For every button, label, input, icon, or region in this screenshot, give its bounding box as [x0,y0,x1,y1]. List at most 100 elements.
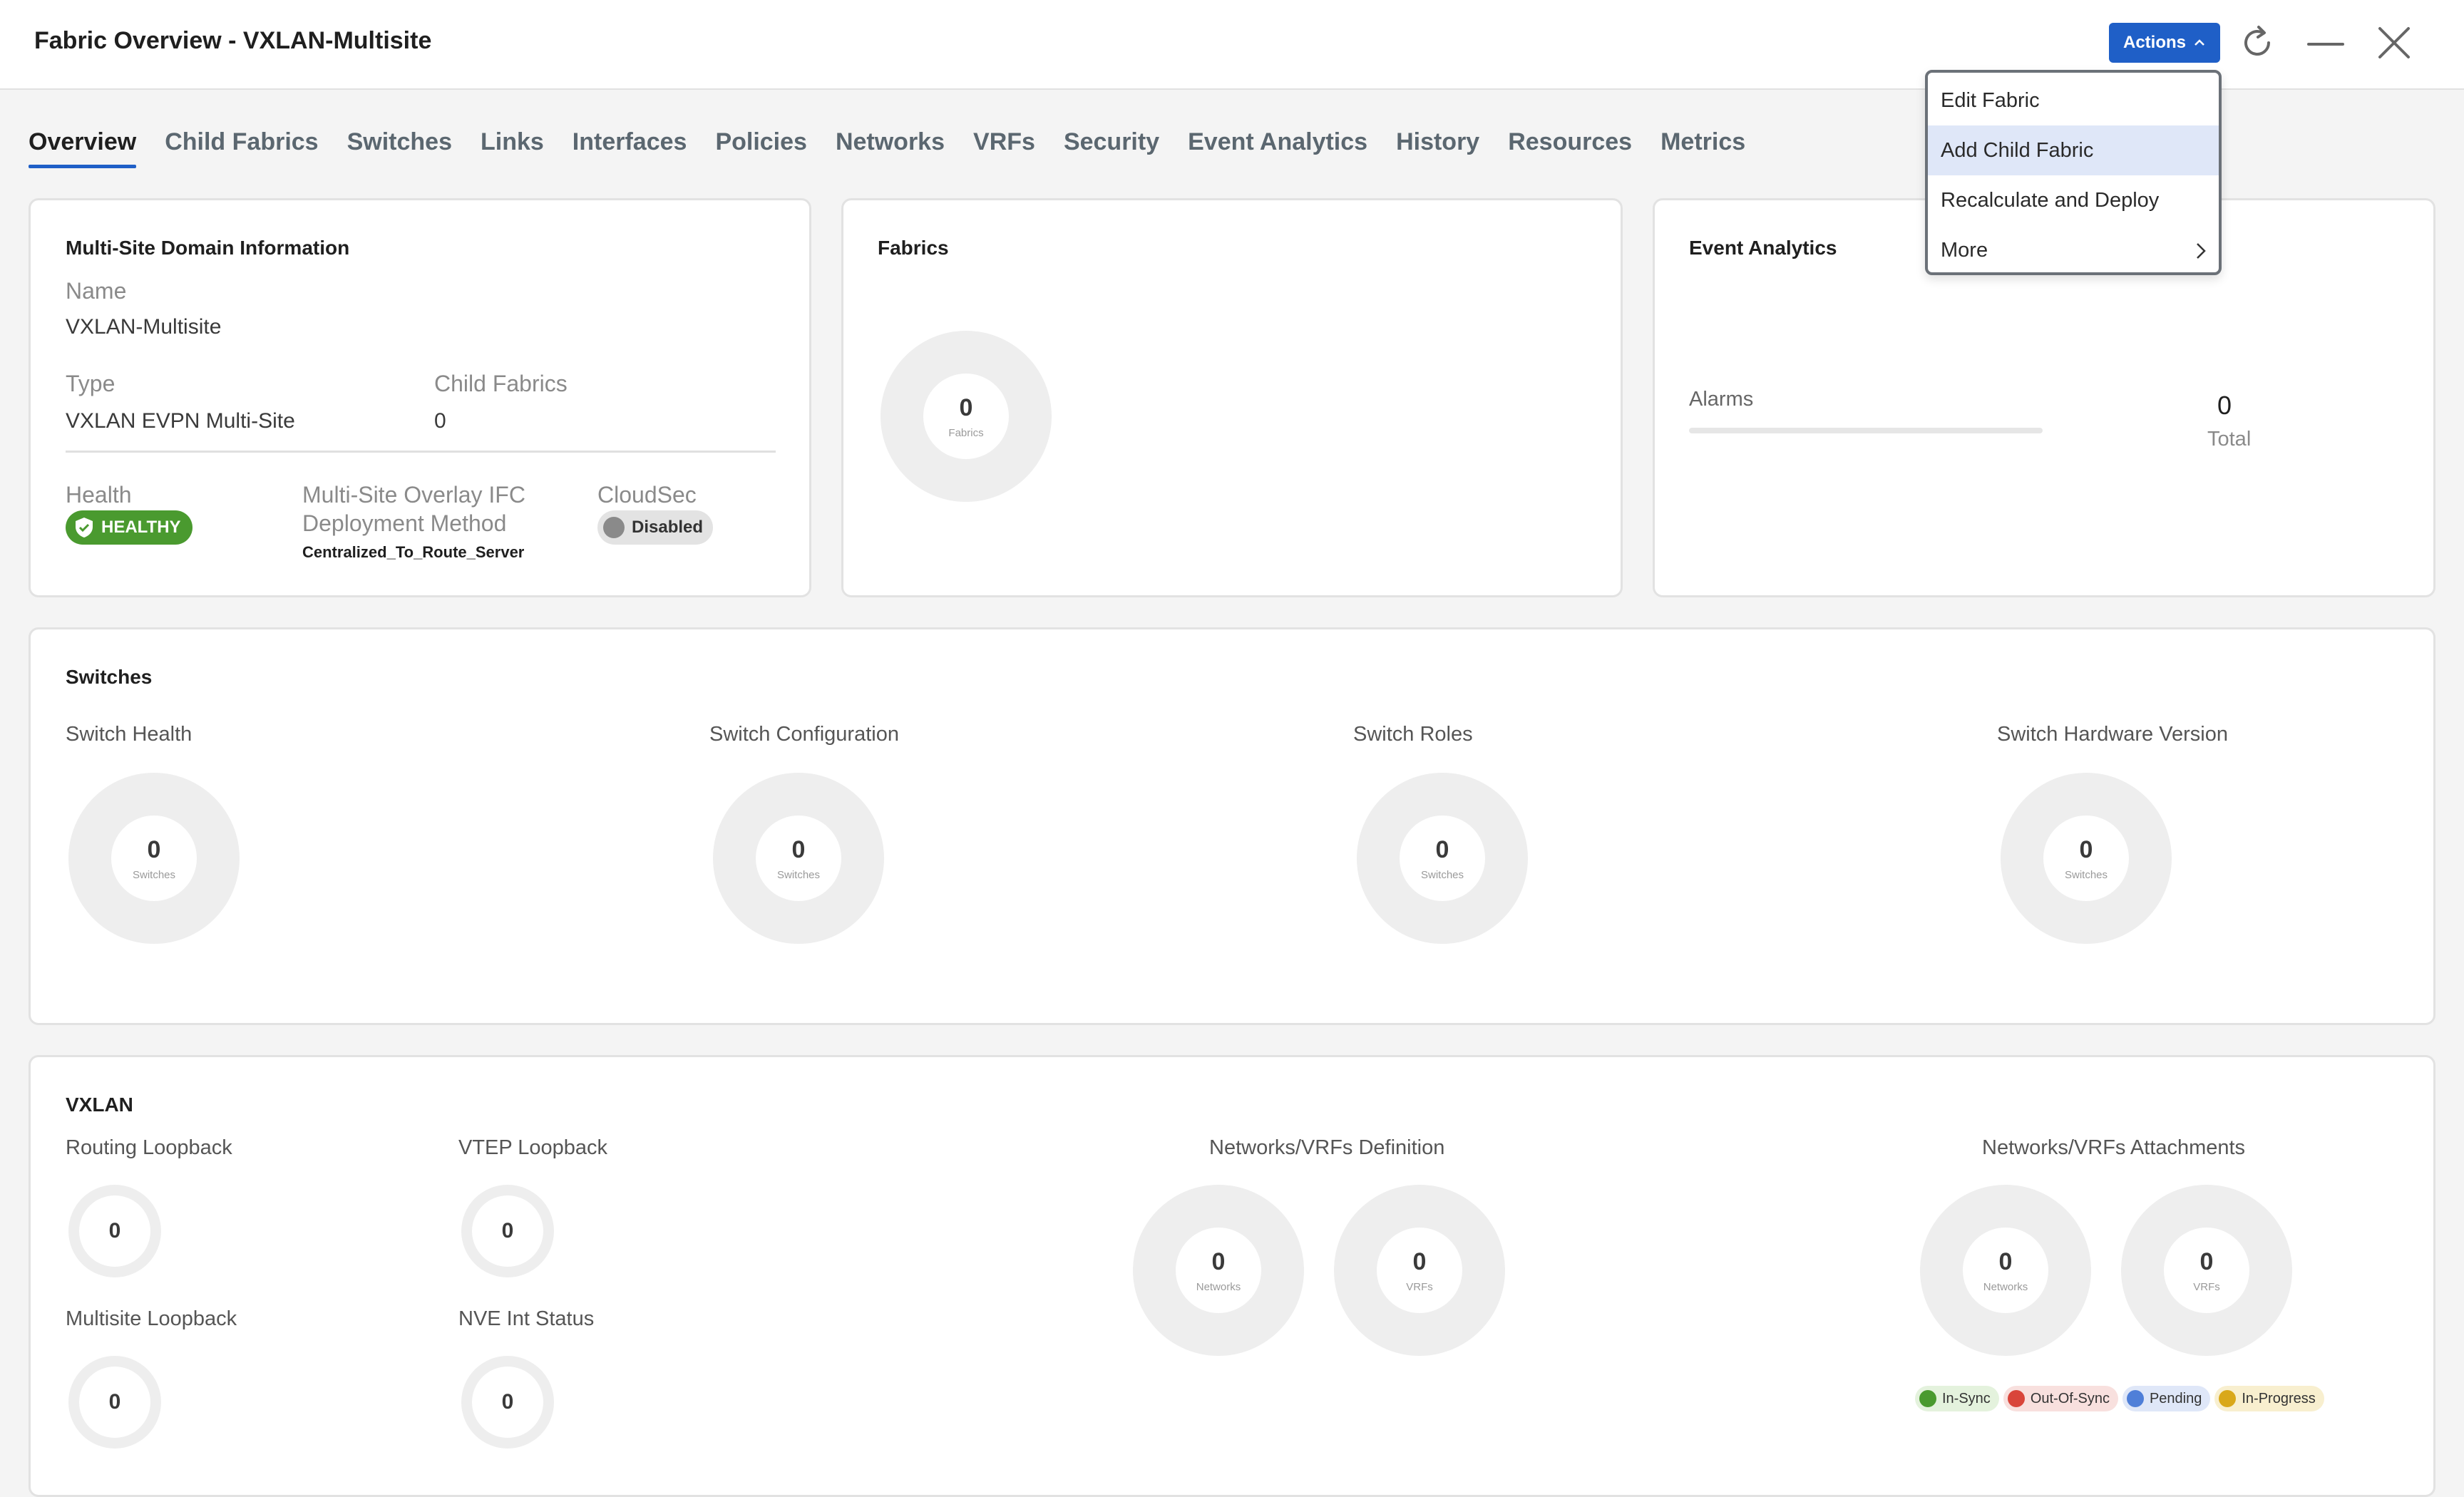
menu-item-edit-fabric[interactable]: Edit Fabric [1928,76,2219,125]
fabrics-donut-chart[interactable]: 0 Fabrics [881,331,1052,502]
health-label: Health [66,482,132,508]
cloudsec-label: CloudSec [597,482,697,508]
actions-button[interactable]: Actions [2109,23,2220,63]
attachments-networks-donut[interactable]: 0 Networks [1920,1185,2091,1356]
tab-history[interactable]: History [1396,123,1479,168]
attachments-vrfs-count: 0 [2199,1248,2214,1275]
tab-security[interactable]: Security [1064,123,1159,168]
switch-configuration-count: 0 [791,835,806,863]
switch-configuration-unit: Switches [776,868,821,881]
status-dot-icon [603,517,625,538]
legend-dot-icon [2219,1390,2237,1407]
attachments-label: Networks/VRFs Attachments [1982,1136,2246,1159]
multisite-card-title: Multi-Site Domain Information [66,237,350,259]
switch-health-donut[interactable]: 0 Switches [68,773,240,944]
definition-vrfs-donut[interactable]: 0 VRFs [1334,1185,1505,1356]
fabrics-count: 0 [959,393,973,421]
sync-status-legend: In-Sync Out-Of-Sync Pending In-Progress [1915,1386,2324,1411]
tab-links[interactable]: Links [481,123,544,168]
switch-hardware-version-count: 0 [2079,835,2093,863]
menu-item-more[interactable]: More [1928,225,2219,275]
name-label: Name [66,278,127,304]
menu-item-recalculate-and-deploy[interactable]: Recalculate and Deploy [1928,175,2219,225]
legend-label: In-Sync [1942,1390,1991,1406]
switch-hardware-version-unit: Switches [2064,868,2108,881]
name-value: VXLAN-Multisite [66,315,222,339]
attachments-vrfs-donut[interactable]: 0 VRFs [2121,1185,2292,1356]
legend-out-of-sync: Out-Of-Sync [2003,1386,2118,1411]
attachments-networks-unit: Networks [1983,1280,2028,1293]
chevron-up-icon [2194,39,2204,46]
definition-networks-count: 0 [1211,1248,1226,1275]
menu-item-add-child-fabric[interactable]: Add Child Fabric [1928,125,2219,175]
alarms-label: Alarms [1689,388,1754,411]
tab-policies[interactable]: Policies [715,123,807,168]
legend-label: Pending [2149,1390,2202,1406]
fabrics-card-title: Fabrics [878,237,949,259]
actions-label: Actions [2122,33,2186,52]
divider [66,451,776,453]
tab-metrics[interactable]: Metrics [1660,123,1745,168]
switch-hardware-version-label: Switch Hardware Version [1997,723,2228,746]
legend-label: Out-Of-Sync [2030,1390,2110,1406]
vtep-loopback-donut[interactable]: 0 [461,1185,554,1277]
switch-configuration-donut[interactable]: 0 Switches [713,773,884,944]
switch-health-unit: Switches [132,868,176,881]
routing-loopback-donut[interactable]: 0 [68,1185,161,1277]
legend-in-sync: In-Sync [1915,1386,1999,1411]
switch-roles-donut[interactable]: 0 Switches [1357,773,1528,944]
shield-check-icon [76,518,93,537]
cloudsec-value: Disabled [632,518,704,537]
switch-health-label: Switch Health [66,723,192,746]
page-title: Fabric Overview - VXLAN-Multisite [34,27,432,54]
close-icon[interactable] [2370,19,2418,67]
alarms-total-label: Total [2207,428,2252,451]
minimize-icon[interactable] [2301,19,2350,67]
overlay-value: Centralized_To_Route_Server [302,543,525,561]
definition-vrfs-unit: VRFs [1406,1280,1433,1293]
switch-roles-label: Switch Roles [1353,723,1473,746]
legend-label: In-Progress [2242,1390,2316,1406]
legend-dot-icon [2126,1390,2144,1407]
tab-networks[interactable]: Networks [836,123,945,168]
tab-vrfs[interactable]: VRFs [973,123,1035,168]
vxlan-card-title: VXLAN [66,1094,133,1116]
nve-int-status-donut[interactable]: 0 [461,1356,554,1449]
type-label: Type [66,371,115,396]
health-badge: HEALTHY [66,510,192,545]
tab-overview[interactable]: Overview [29,123,137,168]
tab-resources[interactable]: Resources [1508,123,1632,168]
event-card-title: Event Analytics [1689,237,1837,259]
tab-event-analytics[interactable]: Event Analytics [1188,123,1367,168]
definition-networks-unit: Networks [1196,1280,1241,1293]
switch-roles-unit: Switches [1420,868,1464,881]
attachments-vrfs-unit: VRFs [2193,1280,2220,1293]
cloudsec-status-badge: Disabled [597,510,714,545]
switch-hardware-version-donut[interactable]: 0 Switches [2001,773,2172,944]
child-fabrics-value: 0 [434,409,446,433]
switch-configuration-label: Switch Configuration [709,723,899,746]
vtep-loopback-count: 0 [501,1219,514,1243]
attachments-networks-count: 0 [1998,1248,2013,1275]
refresh-icon[interactable] [2233,19,2281,67]
tab-switches[interactable]: Switches [347,123,452,168]
vtep-loopback-label: VTEP Loopback [458,1136,608,1159]
legend-in-progress: In-Progress [2214,1386,2324,1411]
tab-child-fabrics[interactable]: Child Fabrics [165,123,318,168]
tab-bar: Overview Child Fabrics Switches Links In… [29,123,1745,168]
nve-int-status-count: 0 [501,1390,514,1414]
definition-networks-donut[interactable]: 0 Networks [1133,1185,1304,1356]
overlay-label-line1: Multi-Site Overlay IFC [302,482,525,508]
fabrics-unit: Fabrics [948,426,984,439]
child-fabrics-label: Child Fabrics [434,371,568,396]
nve-int-status-label: NVE Int Status [458,1307,595,1330]
chevron-right-icon [2197,243,2206,259]
alarms-total-value: 0 [2217,391,2232,420]
actions-dropdown-menu: Edit Fabric Add Child Fabric Recalculate… [1925,70,2222,275]
routing-loopback-label: Routing Loopback [66,1136,232,1159]
multisite-loopback-label: Multisite Loopback [66,1307,237,1330]
menu-item-more-label: More [1941,238,1988,262]
tab-interfaces[interactable]: Interfaces [573,123,687,168]
multisite-loopback-donut[interactable]: 0 [68,1356,161,1449]
health-value: HEALTHY [101,518,181,537]
